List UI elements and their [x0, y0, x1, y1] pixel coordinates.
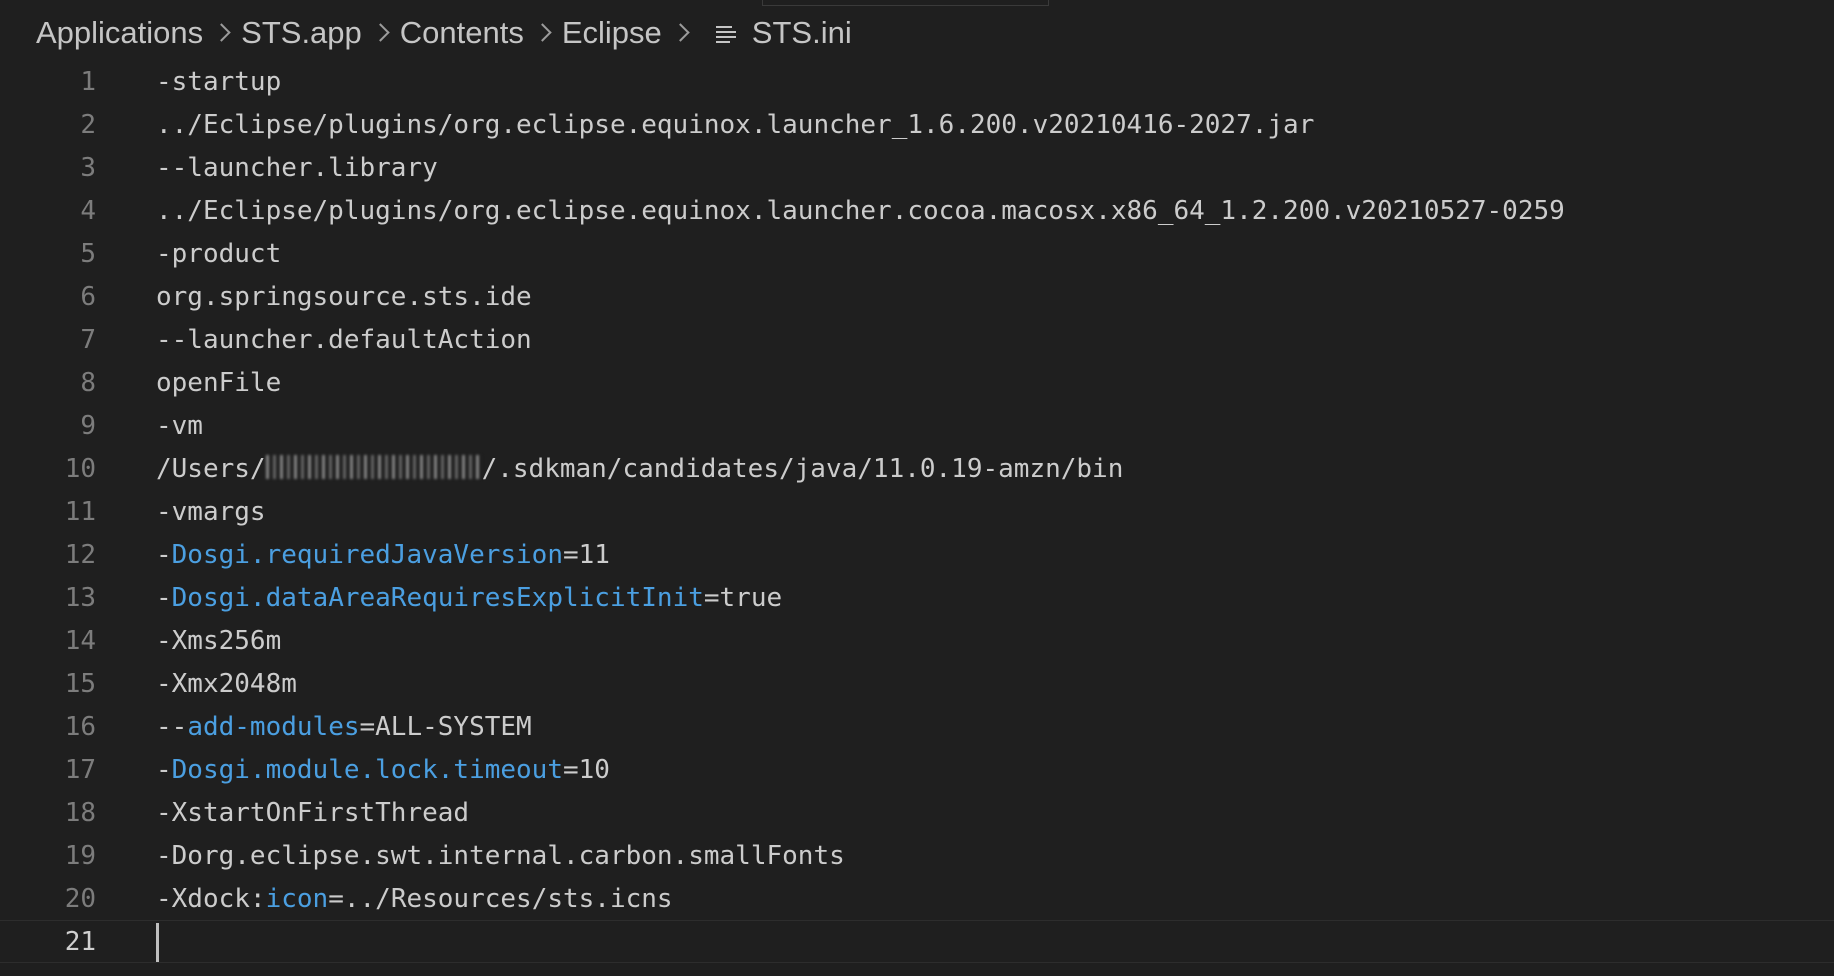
option-key: Dosgi.module.lock.timeout: [171, 754, 563, 785]
code-text[interactable]: --launcher.library: [156, 153, 438, 183]
code-text[interactable]: -startup: [156, 67, 281, 97]
breadcrumb-file-name[interactable]: STS.ini: [752, 15, 852, 51]
code-line-15[interactable]: 15 -Xmx2048m: [0, 662, 1834, 705]
redacted-username: [265, 454, 482, 479]
code-text[interactable]: -vmargs: [156, 497, 266, 527]
code-line-17[interactable]: 17 -Dosgi.module.lock.timeout=10: [0, 748, 1834, 791]
line-number: 1: [80, 66, 96, 97]
path-prefix: /Users/: [156, 453, 266, 484]
code-line-3[interactable]: 3 --launcher.library: [0, 146, 1834, 189]
code-text[interactable]: -Xms256m: [156, 626, 281, 656]
code-text[interactable]: ../Eclipse/plugins/org.eclipse.equinox.l…: [156, 196, 1565, 226]
code-text[interactable]: -Xmx2048m: [156, 669, 297, 699]
line-number: 12: [64, 539, 96, 570]
code-line-2[interactable]: 2 ../Eclipse/plugins/org.eclipse.equinox…: [0, 103, 1834, 146]
code-text[interactable]: -Xdock:icon=../Resources/sts.icns: [156, 884, 673, 914]
code-text[interactable]: -Dosgi.module.lock.timeout=10: [156, 755, 610, 785]
code-text[interactable]: ../Eclipse/plugins/org.eclipse.equinox.l…: [156, 110, 1314, 140]
option-value: =ALL-SYSTEM: [359, 711, 532, 742]
path-suffix: /.sdkman/candidates/java/11.0.19-amzn/bi…: [481, 453, 1124, 484]
code-text[interactable]: -product: [156, 239, 281, 269]
text-cursor: [156, 923, 159, 962]
line-number: 9: [80, 410, 96, 441]
code-text[interactable]: /Users/ /.sdkman/candidates/java/11.0.19-…: [156, 454, 1123, 484]
editor-tab-edge[interactable]: [762, 0, 1049, 6]
line-number: 13: [64, 582, 96, 613]
code-line-7[interactable]: 7 --launcher.defaultAction: [0, 318, 1834, 361]
line-number: 17: [64, 754, 96, 785]
option-value: =10: [563, 754, 610, 785]
code-text[interactable]: --add-modules=ALL-SYSTEM: [156, 712, 532, 742]
option-key: Dosgi.requiredJavaVersion: [171, 539, 563, 570]
lines-file-icon: [715, 22, 738, 44]
option-prefix: -: [156, 754, 172, 785]
code-line-10[interactable]: 10 /Users/ /.sdkman/candidates/java/11.0.…: [0, 447, 1834, 490]
chevron-right-icon: [668, 22, 694, 44]
line-number: 16: [64, 711, 96, 742]
line-number: 14: [64, 625, 96, 656]
option-key: Dosgi.dataAreaRequiresExplicitInit: [171, 582, 704, 613]
code-editor[interactable]: 1 -startup 2 ../Eclipse/plugins/org.ecli…: [0, 60, 1834, 976]
code-line-1[interactable]: 1 -startup: [0, 60, 1834, 103]
line-number: 4: [80, 195, 96, 226]
code-text[interactable]: -vm: [156, 411, 203, 441]
line-number: 18: [64, 797, 96, 828]
code-line-4[interactable]: 4 ../Eclipse/plugins/org.eclipse.equinox…: [0, 189, 1834, 232]
breadcrumb: Applications STS.app Contents Eclipse ST…: [36, 12, 852, 54]
code-line-21[interactable]: 21: [0, 920, 1834, 963]
line-number: 20: [64, 883, 96, 914]
option-prefix: -: [156, 582, 172, 613]
code-line-11[interactable]: 11 -vmargs: [0, 490, 1834, 533]
breadcrumb-applications[interactable]: Applications: [36, 15, 203, 51]
option-value: =true: [703, 582, 783, 613]
option-key: add-modules: [187, 711, 360, 742]
code-line-12[interactable]: 12 -Dosgi.requiredJavaVersion=11: [0, 533, 1834, 576]
code-text[interactable]: org.springsource.sts.ide: [156, 282, 532, 312]
code-line-6[interactable]: 6 org.springsource.sts.ide: [0, 275, 1834, 318]
line-number: 5: [80, 238, 96, 269]
chevron-right-icon: [368, 22, 394, 44]
line-number: 11: [64, 496, 96, 527]
option-prefix: -Xdock:: [156, 883, 266, 914]
line-number: 2: [80, 109, 96, 140]
code-line-14[interactable]: 14 -Xms256m: [0, 619, 1834, 662]
line-number: 3: [80, 152, 96, 183]
line-number: 21: [64, 926, 96, 957]
line-number: 10: [64, 453, 96, 484]
code-line-18[interactable]: 18 -XstartOnFirstThread: [0, 791, 1834, 834]
option-key: icon: [265, 883, 329, 914]
code-line-8[interactable]: 8 openFile: [0, 361, 1834, 404]
breadcrumb-eclipse[interactable]: Eclipse: [562, 15, 662, 51]
code-text[interactable]: -XstartOnFirstThread: [156, 798, 469, 828]
option-prefix: --: [156, 711, 188, 742]
line-number: 19: [64, 840, 96, 871]
code-line-5[interactable]: 5 -product: [0, 232, 1834, 275]
code-text[interactable]: -Dosgi.requiredJavaVersion=11: [156, 540, 610, 570]
breadcrumb-contents[interactable]: Contents: [400, 15, 524, 51]
code-line-16[interactable]: 16 --add-modules=ALL-SYSTEM: [0, 705, 1834, 748]
line-number: 15: [64, 668, 96, 699]
code-text[interactable]: openFile: [156, 368, 281, 398]
chevron-right-icon: [530, 22, 556, 44]
code-line-13[interactable]: 13 -Dosgi.dataAreaRequiresExplicitInit=t…: [0, 576, 1834, 619]
option-prefix: -: [156, 539, 172, 570]
line-number: 7: [80, 324, 96, 355]
code-text[interactable]: --launcher.defaultAction: [156, 325, 532, 355]
breadcrumb-sts-app[interactable]: STS.app: [241, 15, 362, 51]
code-line-9[interactable]: 9 -vm: [0, 404, 1834, 447]
option-value: =11: [563, 539, 610, 570]
code-text[interactable]: -Dosgi.dataAreaRequiresExplicitInit=true: [156, 583, 782, 613]
code-text[interactable]: -Dorg.eclipse.swt.internal.carbon.smallF…: [156, 841, 845, 871]
option-value: =../Resources/sts.icns: [328, 883, 673, 914]
chevron-right-icon: [209, 22, 235, 44]
line-number: 8: [80, 367, 96, 398]
line-number: 6: [80, 281, 96, 312]
code-line-20[interactable]: 20 -Xdock:icon=../Resources/sts.icns: [0, 877, 1834, 920]
code-line-19[interactable]: 19 -Dorg.eclipse.swt.internal.carbon.sma…: [0, 834, 1834, 877]
